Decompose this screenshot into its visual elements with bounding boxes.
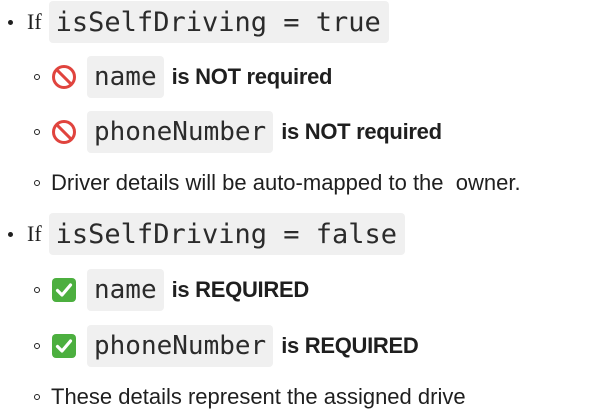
note-text: These details represent the assigned dri… — [51, 384, 466, 409]
condition-row-self-driving-false: If isSelfDriving = false — [8, 212, 406, 256]
check-mark-icon — [52, 334, 76, 358]
bullet — [34, 180, 40, 186]
bullet — [34, 129, 40, 135]
bullet — [8, 231, 13, 237]
bullet — [34, 74, 40, 80]
condition-code: isSelfDriving = true — [48, 1, 389, 43]
list-item: phoneNumber is NOT required — [34, 110, 442, 154]
note-text: Driver details will be auto-mapped to th… — [51, 170, 521, 195]
note-item: These details represent the assigned dri… — [34, 380, 466, 414]
field-code: name — [87, 269, 164, 311]
if-label: If — [27, 221, 42, 246]
requirement-status: is REQUIRED — [171, 277, 310, 302]
prohibited-icon — [52, 120, 76, 144]
prohibited-icon — [52, 65, 76, 89]
requirement-status: is NOT required — [171, 64, 333, 89]
bullet — [34, 394, 40, 400]
condition-row-self-driving-true: If isSelfDriving = true — [8, 0, 389, 44]
note-item: Driver details will be auto-mapped to th… — [34, 166, 521, 200]
field-code: phoneNumber — [87, 325, 274, 367]
requirement-status: is REQUIRED — [281, 333, 419, 358]
list-item: name is NOT required — [34, 55, 332, 99]
list-item: name is REQUIRED — [34, 268, 309, 312]
if-label: If — [27, 9, 42, 34]
field-code: phoneNumber — [87, 111, 274, 153]
bullet — [8, 19, 13, 25]
requirement-status: is NOT required — [281, 119, 442, 144]
condition-code: isSelfDriving = false — [48, 213, 406, 255]
check-mark-icon — [52, 278, 76, 302]
bullet — [34, 343, 40, 349]
field-code: name — [87, 56, 164, 98]
list-item: phoneNumber is REQUIRED — [34, 324, 419, 368]
bullet — [34, 287, 40, 293]
